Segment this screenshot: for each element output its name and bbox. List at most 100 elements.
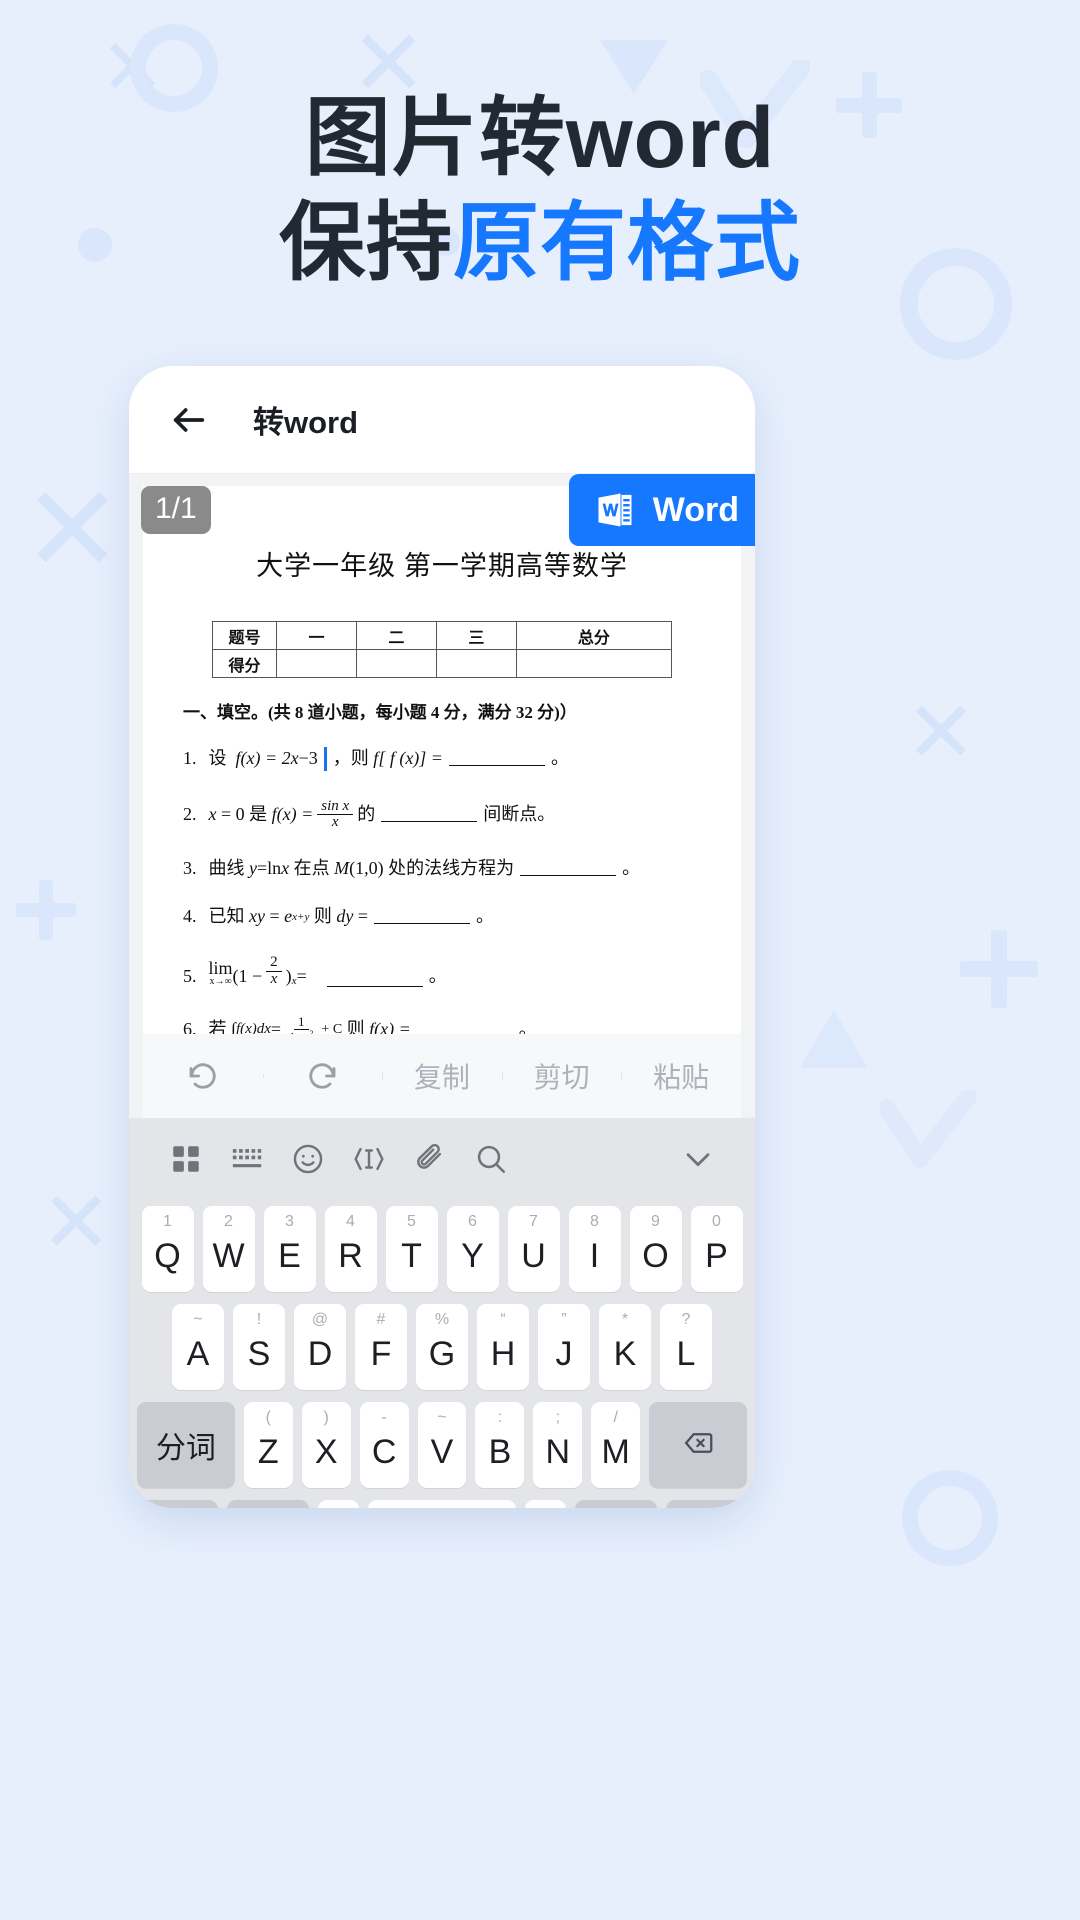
chevron-down-icon[interactable] [668,1142,729,1181]
q5-lim: lim [208,958,233,979]
key-comma[interactable]: ， [317,1500,359,1508]
q6-plusc: + C [321,1021,343,1034]
fraction-1-over-1plusx2: 1 1+x2 [285,1015,317,1034]
key-d[interactable]: @ D [294,1304,346,1390]
key-backspace[interactable] [649,1402,747,1488]
q2-tail: 间断点。 [483,804,556,825]
grid-icon[interactable] [155,1142,216,1181]
q4-xy: xy [249,905,265,926]
paste-button[interactable]: 粘贴 [621,1056,741,1096]
search-icon[interactable] [460,1142,521,1181]
question-item: 5. lim x→∞ (1 − 2 x ) x = 。 [183,954,701,988]
key-c[interactable]: -C [359,1402,409,1488]
undo-button[interactable] [143,1058,263,1094]
edit-toolbar: 复制 剪切 粘贴 [143,1034,741,1118]
q4-period: 。 [475,905,494,926]
emoji-icon[interactable] [277,1142,338,1181]
cut-button[interactable]: 剪切 [501,1056,622,1096]
question-block: 一、填空。(共 8 道小题，每小题 4 分，满分 32 分)） 1. 设 f (x… [143,703,741,1034]
copy-button[interactable]: 复制 [382,1056,502,1096]
key-enter[interactable] [665,1500,747,1508]
undo-icon [189,1063,216,1089]
headline-line-1: 图片转word [304,90,776,186]
key-language-toggle[interactable]: 英 中 [575,1500,657,1508]
q3-period: 。 [622,858,641,879]
key-h[interactable]: “H [477,1304,529,1390]
question-number: 4. [183,905,197,926]
key-a[interactable]: ~ A [172,1304,224,1390]
key-j[interactable]: ” J [538,1304,590,1390]
key-k[interactable]: * K [599,1304,651,1390]
q6-fxdx: f(x)dx [235,1021,271,1034]
table-row-label: 题号 [212,621,277,650]
back-arrow-icon[interactable] [169,400,209,440]
table-cell [435,649,517,678]
deco-check-icon [878,1087,978,1175]
key-g[interactable]: % G [416,1304,468,1390]
question-number: 5. [183,966,197,987]
section-heading: 一、填空。(共 8 道小题，每小题 4 分，满分 32 分)） [183,703,577,722]
q3-y: y [249,858,257,879]
key-o[interactable]: 9O [629,1206,682,1292]
question-item: 6. 若 ∫f(x)dx = 1 1+x2 + C 则 f(x) = 。 [183,1015,701,1034]
redo-button[interactable] [262,1058,383,1094]
clip-icon[interactable] [399,1142,460,1181]
page-title: 转word [253,405,359,440]
keyboard-row-4: 符 123 ， 空格 。 英 中 [129,1500,755,1508]
fraction-numerator: 1 [294,1015,309,1030]
key-s[interactable]: ! S [233,1304,285,1390]
key-y[interactable]: 6Y [446,1206,499,1292]
q3-at: 在点 [293,858,330,879]
headline-line-2-dark: 保持 [279,194,453,291]
fraction-denominator: 1+x2 [289,1028,314,1034]
word-logo-icon [593,488,637,532]
key-period[interactable]: 。 [525,1500,567,1508]
key-f[interactable]: # F [355,1304,407,1390]
key-m[interactable]: / M [591,1402,641,1488]
key-word-segment[interactable]: 分词 [137,1402,235,1488]
q3-x: x [281,858,290,879]
q4-eq: = [269,905,280,926]
key-space[interactable]: 空格 [367,1500,517,1508]
headline-line-2: 保持原有格式 [0,191,1080,296]
key-r[interactable]: 4R [324,1206,377,1292]
key-n[interactable]: ; N [533,1402,583,1488]
deco-x-icon: ✕ [40,1175,113,1271]
key-numbers[interactable]: 123 [227,1500,309,1508]
word-export-button[interactable]: Word [568,474,755,546]
q1-then: 则 [350,747,369,768]
table-cell [515,649,673,678]
document-page[interactable]: 大学一年级 第一学期高等数学 题号 一 二 三 总分 得分 一、填空。(共 8 … [143,486,741,1034]
key-v[interactable]: ~ V [417,1402,467,1488]
answer-blank [326,973,423,988]
key-z[interactable]: (Z [243,1402,293,1488]
key-p[interactable]: 0P [690,1206,743,1292]
keyboard-row-1: 1Q 2W 3E 4R 5T 6Y 7U 8I 9O 0P [129,1206,755,1292]
key-q[interactable]: 1Q [141,1206,194,1292]
answer-blank [417,1023,513,1034]
key-symbols[interactable]: 符 [137,1500,219,1508]
fraction-2-over-x: 2 x [266,954,282,988]
q3-pt: (1,0) [349,858,384,879]
q3-mid: 处的法线方程为 [388,858,515,879]
word-export-label: Word [652,490,739,529]
key-x[interactable]: ) X [301,1402,351,1488]
key-e[interactable]: 3E [263,1206,316,1292]
key-i[interactable]: 8I [568,1206,621,1292]
q5-sub: x→∞ [209,976,232,988]
q4-e: e [284,905,293,926]
key-t[interactable]: 5T [385,1206,438,1292]
key-b[interactable]: :B [475,1402,525,1488]
key-u[interactable]: 7U [507,1206,560,1292]
key-l[interactable]: ? L [660,1304,712,1390]
key-w[interactable]: 2W [202,1206,255,1292]
q3-lead: 曲线 [208,858,245,879]
q5-open: (1 − [232,966,263,987]
table-row: 题号 一 二 三 总分 [212,621,673,650]
backspace-icon [678,1428,718,1463]
deco-circle-icon [902,1470,998,1566]
keyboard-icon[interactable] [216,1142,277,1181]
headline: 图片转word 保持原有格式 [0,86,1080,296]
text-cursor-icon[interactable] [338,1142,399,1181]
q2-is: 是 [249,804,268,825]
